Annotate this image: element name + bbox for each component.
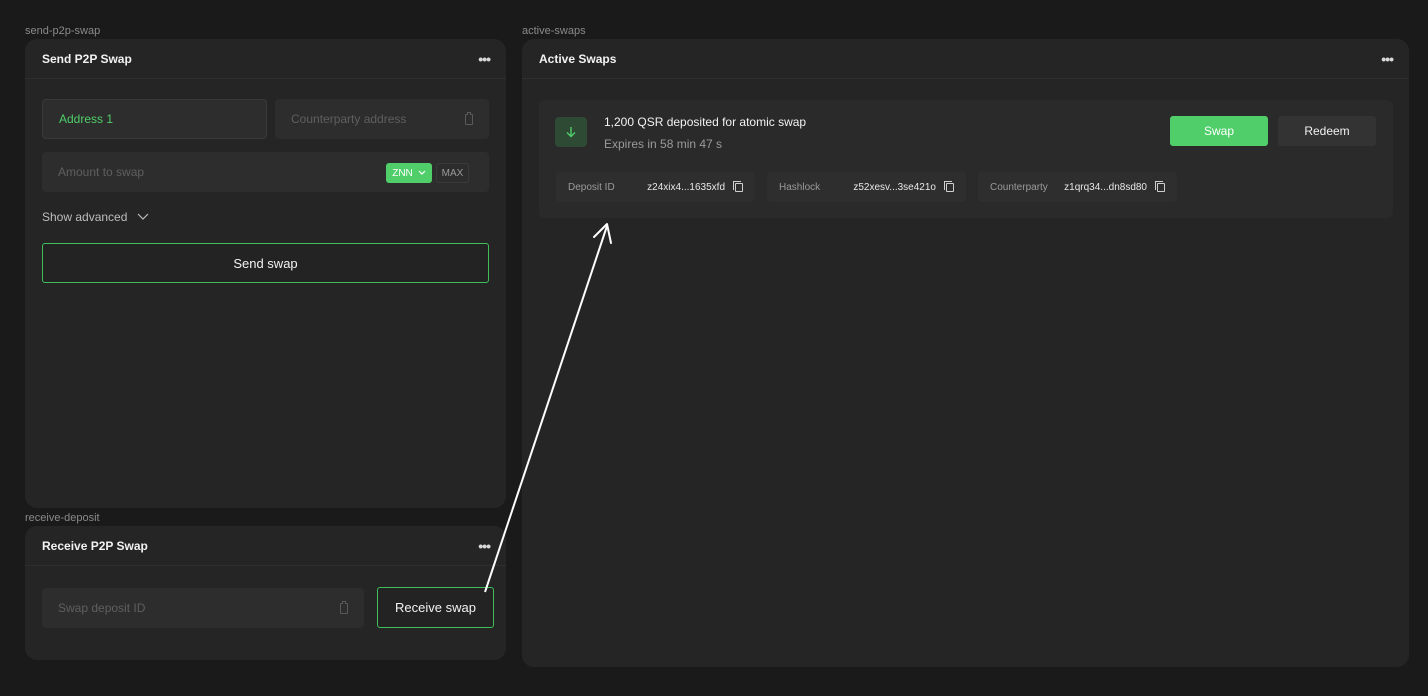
annotation-arrow (484, 223, 612, 593)
